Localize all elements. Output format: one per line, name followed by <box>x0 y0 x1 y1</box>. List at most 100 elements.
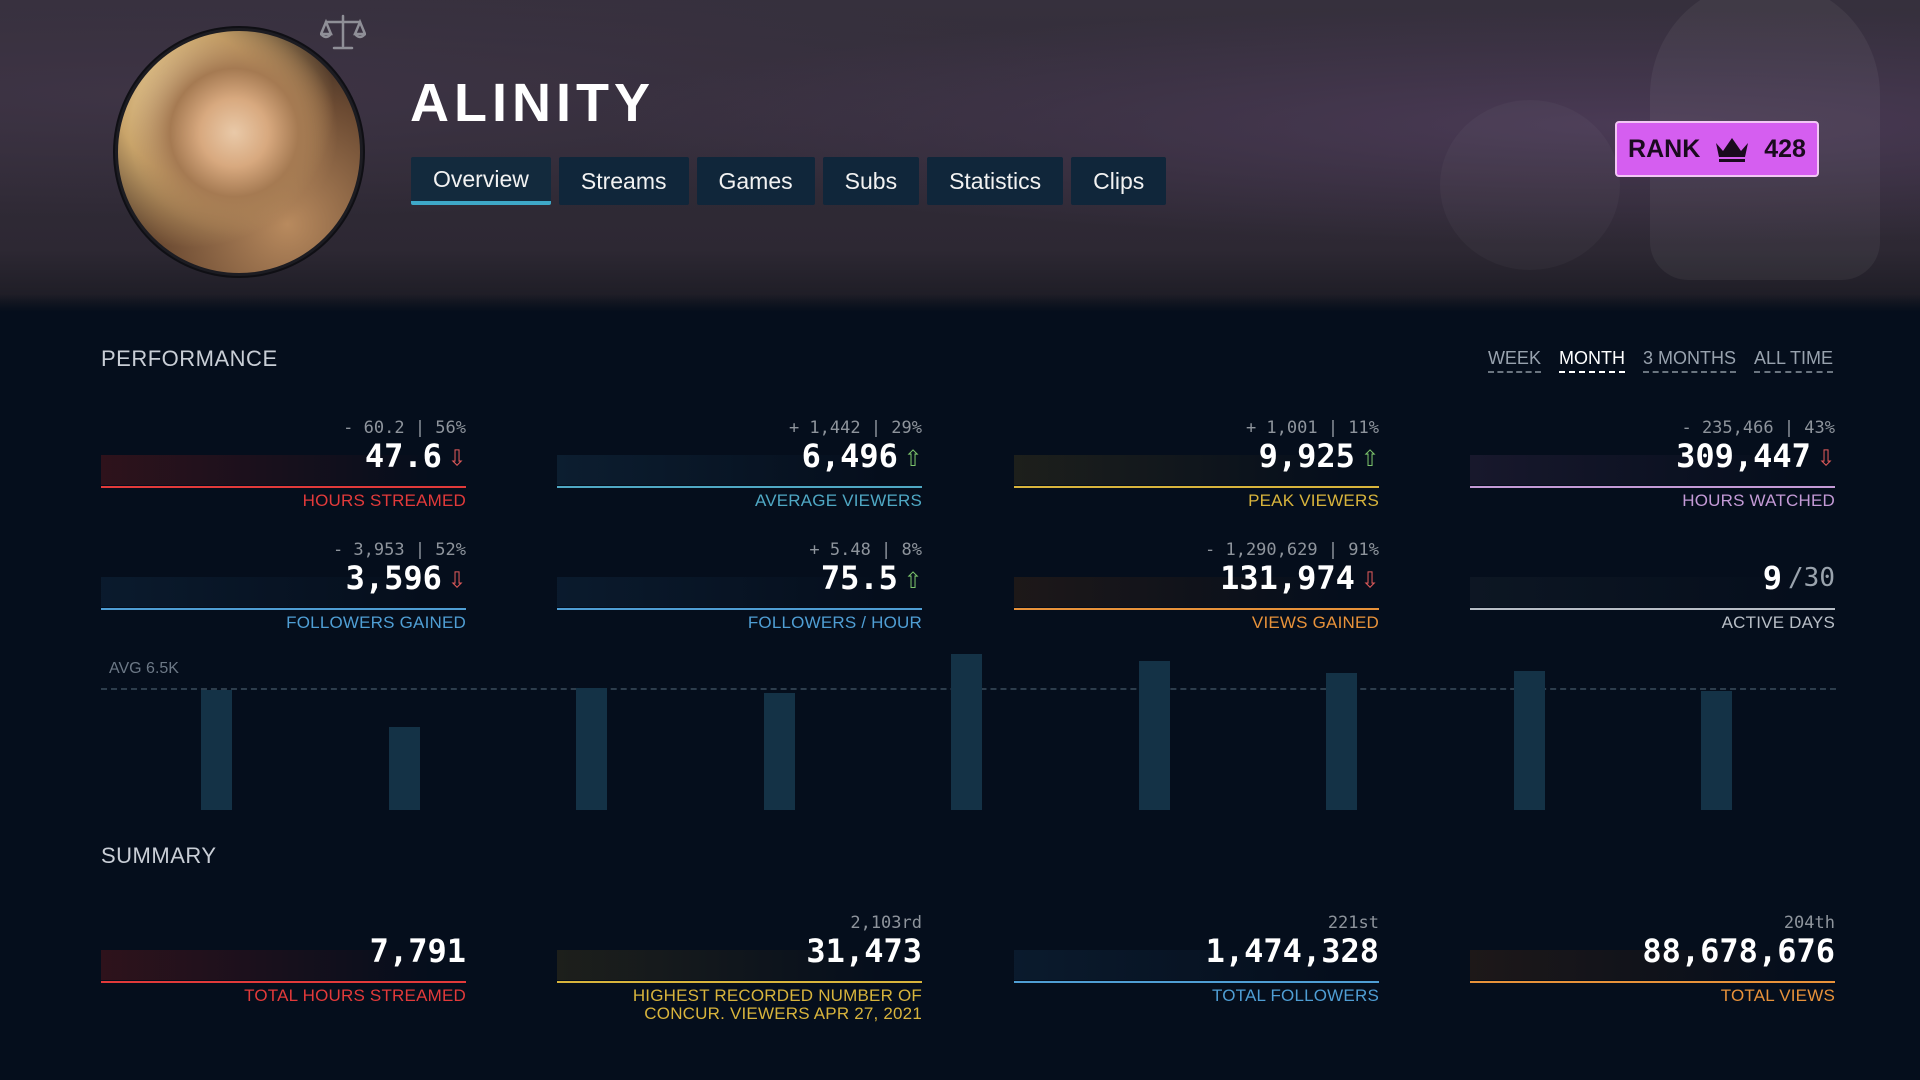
stat-average-viewers: + 1,442 | 29% 6,496 ⇧ AVERAGE VIEWERS <box>557 418 922 518</box>
arrow-up-icon: ⇧ <box>903 560 922 596</box>
stat-value-wrap: 9,925 ⇧ <box>1259 437 1379 475</box>
summary-label: TOTAL FOLLOWERS <box>1211 986 1379 1005</box>
summary-rank: 2,103rd <box>850 913 922 933</box>
arrow-down-icon: ⇩ <box>447 560 466 596</box>
stat-underline <box>557 486 922 488</box>
rank-label: RANK <box>1628 134 1701 163</box>
stat-delta: - 3,953 | 52% <box>332 540 466 560</box>
tab-overview[interactable]: Overview <box>411 157 551 205</box>
stat-value: 6,496 <box>801 437 898 475</box>
stat-underline <box>1014 486 1379 488</box>
period-all-time[interactable]: ALL TIME <box>1753 348 1833 373</box>
chart-bar[interactable] <box>388 727 420 810</box>
chart-bar[interactable] <box>1701 691 1732 810</box>
summary-label: HIGHEST RECORDED NUMBER OF CONCUR. VIEWE… <box>632 986 922 1023</box>
stat-value: 75.5 <box>820 559 898 597</box>
summary-title: SUMMARY <box>101 843 217 868</box>
background-art-secondary <box>1440 100 1620 270</box>
stat-delta: - 60.2 | 56% <box>343 418 466 438</box>
stat-value-wrap: 131,974 ⇩ <box>1220 559 1379 597</box>
stat-underline <box>101 981 466 983</box>
profile-tabs: Overview Streams Games Subs Statistics C… <box>411 157 1167 205</box>
summary-value: 88,678,676 <box>1642 932 1835 970</box>
period-3-months[interactable]: 3 MONTHS <box>1642 348 1736 373</box>
summary-total-followers: 221st 1,474,328 TOTAL FOLLOWERS <box>1014 913 1379 1013</box>
chart-bar[interactable] <box>1326 673 1357 810</box>
stat-value: 131,974 <box>1220 559 1355 597</box>
stat-underline <box>557 608 922 610</box>
chart-bar[interactable] <box>201 690 232 810</box>
stat-value: 9,925 <box>1258 437 1355 475</box>
arrow-down-icon: ⇩ <box>1360 560 1379 596</box>
performance-title: PERFORMANCE <box>101 346 278 371</box>
stat-value: 309,447 <box>1676 437 1811 475</box>
arrow-up-icon: ⇧ <box>1360 438 1379 474</box>
stat-label: FOLLOWERS / HOUR <box>747 613 922 632</box>
stat-views-gained: - 1,290,629 | 91% 131,974 ⇩ VIEWS GAINED <box>1014 540 1379 640</box>
stat-underline <box>557 981 922 983</box>
chart-bar[interactable] <box>1513 671 1545 810</box>
stat-label: ACTIVE DAYS <box>1721 613 1835 632</box>
stat-value-wrap: 47.6 ⇩ <box>365 437 466 475</box>
stat-underline <box>101 486 466 488</box>
stat-hours-streamed: - 60.2 | 56% 47.6 ⇩ HOURS STREAMED <box>101 418 466 518</box>
rank-value: 428 <box>1764 134 1806 163</box>
summary-value-wrap: 7,791 <box>370 932 466 970</box>
stat-value-wrap: 6,496 ⇧ <box>802 437 922 475</box>
stat-active-days: 9/30 ACTIVE DAYS <box>1470 540 1835 640</box>
period-month[interactable]: MONTH <box>1558 348 1625 373</box>
chart-bar[interactable] <box>951 654 982 810</box>
balance-scale-icon[interactable] <box>320 12 366 52</box>
stat-value: 3,596 <box>345 559 442 597</box>
stat-underline <box>1470 486 1835 488</box>
stat-value-wrap: 3,596 ⇩ <box>346 559 466 597</box>
summary-value: 31,473 <box>806 932 922 970</box>
profile-header: ALINITY Overview Streams Games Subs Stat… <box>0 0 1920 312</box>
stat-value: 9 <box>1762 559 1783 597</box>
summary-label: TOTAL VIEWS <box>1720 986 1835 1005</box>
stat-delta: - 235,466 | 43% <box>1681 418 1835 438</box>
tab-games[interactable]: Games <box>696 157 815 205</box>
stat-delta: + 5.48 | 8% <box>809 540 922 560</box>
tab-clips[interactable]: Clips <box>1071 157 1167 205</box>
arrow-up-icon: ⇧ <box>903 438 922 474</box>
stat-label: PEAK VIEWERS <box>1248 491 1379 510</box>
arrow-down-icon: ⇩ <box>1816 438 1835 474</box>
stat-value-wrap: 309,447 ⇩ <box>1676 437 1835 475</box>
stat-underline <box>1470 981 1835 983</box>
chart-bar[interactable] <box>763 693 795 810</box>
stat-hours-watched: - 235,466 | 43% 309,447 ⇩ HOURS WATCHED <box>1470 418 1835 518</box>
stat-value: 47.6 <box>364 437 442 475</box>
tab-statistics[interactable]: Statistics <box>927 157 1064 205</box>
viewers-bar-chart: AVG 6.5K <box>101 650 1836 810</box>
summary-rank: 221st <box>1327 913 1379 933</box>
stat-followers-gained: - 3,953 | 52% 3,596 ⇩ FOLLOWERS GAINED <box>101 540 466 640</box>
chart-bar[interactable] <box>576 688 607 810</box>
crown-icon <box>1716 138 1749 162</box>
stat-label: VIEWS GAINED <box>1251 613 1379 632</box>
stat-value-wrap: 9/30 <box>1763 559 1835 597</box>
summary-value: 1,474,328 <box>1205 932 1379 970</box>
period-week[interactable]: WEEK <box>1487 348 1541 373</box>
tab-streams[interactable]: Streams <box>558 157 689 205</box>
summary-value-wrap: 1,474,328 <box>1206 932 1379 970</box>
stat-label: FOLLOWERS GAINED <box>286 613 466 632</box>
period-selector: WEEK MONTH 3 MONTHS ALL TIME <box>1487 348 1833 373</box>
summary-total-hours-streamed: 7,791 TOTAL HOURS STREAMED <box>101 913 466 1013</box>
arrow-down-icon: ⇩ <box>447 438 466 474</box>
channel-name: ALINITY <box>410 73 655 133</box>
rank-badge[interactable]: RANK 428 <box>1615 121 1819 177</box>
stat-underline <box>1014 608 1379 610</box>
stat-followers-hour: + 5.48 | 8% 75.5 ⇧ FOLLOWERS / HOUR <box>557 540 922 640</box>
tab-subs[interactable]: Subs <box>822 157 920 205</box>
stat-delta: - 1,290,629 | 91% <box>1205 540 1379 560</box>
stat-underline <box>101 608 466 610</box>
stat-label: HOURS STREAMED <box>302 491 466 510</box>
stat-label: HOURS WATCHED <box>1682 491 1835 510</box>
stat-peak-viewers: + 1,001 | 11% 9,925 ⇧ PEAK VIEWERS <box>1014 418 1379 518</box>
stat-delta: + 1,001 | 11% <box>1245 418 1379 438</box>
average-label: AVG 6.5K <box>109 660 179 677</box>
stat-underline <box>1014 981 1379 983</box>
chart-bar[interactable] <box>1138 661 1170 810</box>
summary-value: 7,791 <box>369 932 466 970</box>
